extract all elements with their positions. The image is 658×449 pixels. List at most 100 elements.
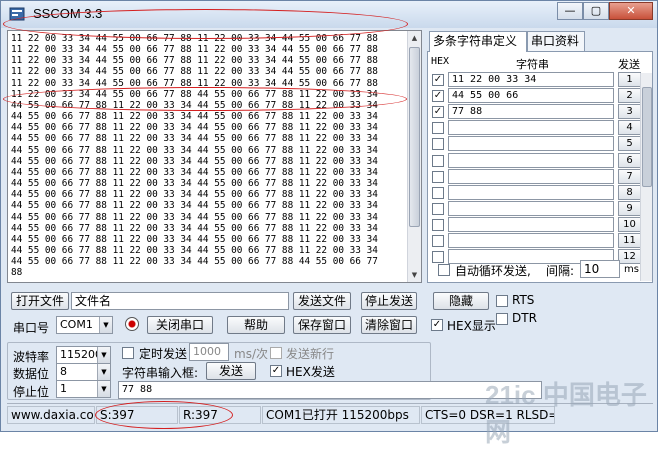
send-newline-checkbox[interactable] (270, 347, 282, 359)
databits-label: 数据位 (13, 367, 50, 381)
hex-checkbox[interactable]: ✓ (432, 106, 444, 119)
hide-button[interactable]: 隐藏 (433, 292, 489, 310)
send-row-button[interactable]: 11 (618, 233, 641, 248)
string-input[interactable] (448, 200, 614, 216)
stop-send-button[interactable]: 停止发送 (361, 292, 417, 310)
website-link[interactable]: www.daxia.com (7, 406, 95, 424)
string-input[interactable] (448, 152, 614, 168)
multi-string-row: 8 (428, 184, 641, 201)
save-window-button[interactable]: 保存窗口 (293, 316, 351, 334)
chevron-down-icon[interactable]: ▼ (97, 364, 110, 380)
send-row-button[interactable]: 7 (618, 168, 641, 184)
interval-unit: ms (624, 264, 639, 275)
hex-checkbox[interactable] (432, 202, 444, 215)
receive-scrollbar[interactable]: ▲ ▼ (407, 31, 421, 282)
dtr-checkbox[interactable] (496, 313, 508, 325)
close-port-button[interactable]: 关闭串口 (147, 316, 213, 334)
send-button[interactable]: 发送 (206, 362, 256, 380)
send-newline-label: 发送新行 (286, 347, 335, 361)
window-title: SSCOM 3.3 (33, 6, 103, 21)
send-row-button[interactable]: 4 (618, 120, 641, 136)
hex-checkbox[interactable] (432, 154, 444, 167)
file-name-input[interactable]: 文件名 (71, 292, 289, 310)
hex-checkbox[interactable] (432, 138, 444, 151)
send-row-button[interactable]: 5 (618, 136, 641, 152)
clear-window-button[interactable]: 清除窗口 (361, 316, 417, 334)
hex-checkbox[interactable]: ✓ (432, 90, 444, 103)
string-input[interactable] (448, 136, 614, 152)
sscom-window: SSCOM 3.3 — ▢ ✕ 11 22 00 33 34 44 55 00 … (0, 0, 658, 447)
baud-select[interactable]: 115200 ▼ (56, 346, 111, 364)
send-row-button[interactable]: 3 (618, 104, 641, 120)
open-file-button[interactable]: 打开文件 (11, 292, 69, 310)
multi-string-row: 9 (428, 200, 641, 217)
databits-select[interactable]: 8 ▼ (56, 363, 111, 381)
received-count: R:397 (179, 406, 261, 424)
send-row-button[interactable]: 12 (618, 249, 641, 265)
timed-send-checkbox[interactable] (122, 347, 134, 359)
help-button[interactable]: 帮助 (227, 316, 285, 334)
multi-string-table: HEX 字符串 发送 ✓ 11 22 00 33 34 1 ✓ 44 55 00 66 2… (427, 51, 653, 283)
multi-scroll-thumb[interactable] (642, 87, 652, 187)
close-icon[interactable]: ✕ (609, 2, 653, 20)
send-row-button[interactable]: 9 (618, 200, 641, 216)
watermark-text: 21ic 中国电子网 (485, 380, 647, 447)
string-input[interactable] (448, 168, 614, 184)
send-row-button[interactable]: 2 (618, 88, 641, 104)
receive-area[interactable]: 11 22 00 33 34 44 55 00 66 77 88 11 22 0… (7, 30, 422, 283)
multi-string-row: ✓ 44 55 00 66 2 (428, 88, 641, 104)
hex-display-label: HEX显示 (447, 319, 496, 333)
auto-loop-checkbox[interactable] (438, 264, 450, 276)
hex-checkbox[interactable] (432, 218, 444, 231)
watermark-logo: 21ic 中国电子网 (479, 369, 655, 447)
chevron-down-icon[interactable]: ▼ (99, 317, 112, 333)
rts-checkbox[interactable] (496, 295, 508, 307)
send-row-button[interactable]: 1 (618, 72, 641, 87)
send-row-button[interactable]: 8 (618, 184, 641, 200)
hex-checkbox[interactable] (432, 186, 444, 199)
hex-checkbox[interactable] (432, 170, 444, 183)
string-input[interactable] (448, 120, 614, 136)
timed-send-label: 定时发送 (139, 347, 188, 361)
hex-column-header: HEX (431, 56, 450, 67)
hex-send-checkbox[interactable]: ✓ (270, 365, 282, 377)
tab-multi-string[interactable]: 多条字符串定义 (429, 31, 527, 52)
string-input[interactable] (448, 233, 614, 248)
stopbits-select[interactable]: 1 ▼ (56, 380, 111, 398)
string-input[interactable] (448, 184, 614, 200)
send-file-button[interactable]: 发送文件 (293, 292, 351, 310)
scroll-thumb[interactable] (409, 47, 420, 227)
multi-string-row: ✓ 77 88 3 (428, 104, 641, 120)
maximize-icon[interactable]: ▢ (583, 2, 609, 20)
scroll-down-icon[interactable]: ▼ (408, 268, 421, 282)
port-status-indicator (125, 317, 139, 331)
string-input[interactable]: 44 55 00 66 (448, 88, 614, 104)
multi-scrollbar[interactable] (640, 73, 652, 281)
hex-send-label: HEX发送 (286, 365, 335, 379)
baud-value: 115200 (60, 348, 102, 361)
chevron-down-icon[interactable]: ▼ (97, 381, 110, 397)
minimize-icon[interactable]: — (557, 2, 583, 20)
hex-checkbox[interactable]: ✓ (432, 74, 444, 86)
hex-display-checkbox[interactable]: ✓ (431, 319, 443, 331)
hex-checkbox[interactable] (432, 251, 444, 264)
tab-port-info[interactable]: 串口资料 (527, 31, 585, 51)
send-row-button[interactable]: 6 (618, 152, 641, 168)
port-select[interactable]: COM1 ▼ (56, 316, 113, 334)
send-row-button[interactable]: 10 (618, 216, 641, 232)
scroll-up-icon[interactable]: ▲ (408, 31, 421, 45)
string-input[interactable]: 11 22 00 33 34 (448, 72, 614, 87)
hex-checkbox[interactable] (432, 235, 444, 247)
receive-text: 11 22 00 33 34 44 55 00 66 77 88 11 22 0… (11, 33, 378, 279)
interval-input[interactable]: 10 (580, 260, 620, 278)
multi-string-row: 11 (428, 233, 641, 249)
string-input[interactable] (448, 216, 614, 232)
timed-unit: ms/次 (234, 347, 268, 361)
stopbits-value: 1 (60, 382, 67, 395)
multi-string-row: 5 (428, 136, 641, 152)
hex-checkbox[interactable] (432, 122, 444, 135)
timed-interval-input[interactable]: 1000 (189, 343, 229, 361)
send-column-header: 发送 (618, 58, 640, 71)
string-input[interactable]: 77 88 (448, 104, 614, 120)
chevron-down-icon[interactable]: ▼ (97, 347, 110, 363)
